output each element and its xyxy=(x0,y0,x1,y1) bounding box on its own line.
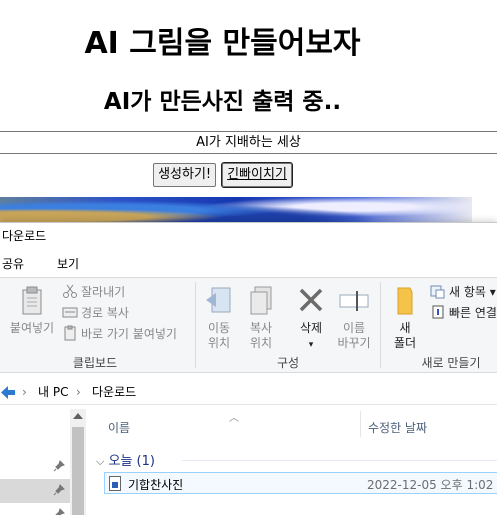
delete-dropdown-icon[interactable]: ▾ xyxy=(309,340,314,350)
copy-to-icon xyxy=(250,286,272,315)
web-page: AI 그림을 만들어보자 AI가 만든사진 출력 중.. AI가 지배하는 세상… xyxy=(0,0,497,230)
new-item-icon xyxy=(430,285,445,299)
copy-path-label: 경로 복사 xyxy=(81,306,129,320)
new-group-label: 새로 만들기 xyxy=(421,356,481,370)
paste-button[interactable]: 붙여넣기 xyxy=(6,284,58,336)
navigation-pane xyxy=(0,409,86,515)
group-label: 오늘 (1) xyxy=(108,454,155,469)
nav-scrollbar[interactable] xyxy=(70,409,86,515)
page-banner: AI가 지배하는 세상 xyxy=(0,131,497,154)
column-divider[interactable] xyxy=(360,411,361,437)
nav-item-selected[interactable] xyxy=(0,479,70,503)
cut-button[interactable]: 잘라내기 xyxy=(62,282,125,302)
rename-button[interactable]: 이름 바꾸기 xyxy=(334,284,374,351)
new-item-button[interactable]: 새 항목 ▾ xyxy=(430,282,496,302)
easy-access-button[interactable]: 빠른 연결 xyxy=(430,303,497,323)
delete-label: 삭제 xyxy=(299,321,323,335)
web-button-row: 생성하기! 긴빠이치기 xyxy=(0,162,445,188)
pre-button[interactable]: 긴빠이치기 xyxy=(221,162,293,188)
delete-x-icon xyxy=(299,288,323,312)
ribbon: 붙여넣기 잘라내기 경로 복사 바로 가기 붙여넣기 클립보드 이동 위치 복사… xyxy=(0,277,497,373)
paste-shortcut-icon xyxy=(64,325,76,341)
organize-group-label: 구성 xyxy=(276,356,300,370)
page-subheading: AI가 만든사진 출력 중.. xyxy=(103,89,342,115)
pin-icon xyxy=(53,460,65,472)
paste-label: 붙여넣기 xyxy=(9,321,55,335)
delete-button[interactable]: 삭제 ▾ xyxy=(292,284,330,353)
new-folder-button[interactable]: 새 폴더 xyxy=(386,284,424,351)
file-explorer-window: 다운로드 공유 보기 붙여넣기 잘라내기 경로 복사 바로 가기 붙여넣기 클립… xyxy=(0,222,497,515)
clipboard-icon xyxy=(22,286,42,315)
nav-item[interactable] xyxy=(0,503,70,515)
copy-to-label-1: 복사 xyxy=(249,321,273,335)
arrow-icon xyxy=(1,386,15,399)
copy-to-button[interactable]: 복사 위치 xyxy=(242,284,280,351)
new-folder-label-2: 폴더 xyxy=(393,336,417,350)
new-folder-label-1: 새 xyxy=(399,321,411,335)
copy-path-button[interactable]: 경로 복사 xyxy=(62,303,129,323)
group-header-today[interactable]: ⌵ 오늘 (1) xyxy=(96,450,155,469)
column-header-name[interactable]: 이름 xyxy=(108,419,130,436)
tab-view[interactable]: 보기 xyxy=(57,255,79,272)
generate-button[interactable]: 생성하기! xyxy=(153,163,217,187)
move-to-label-1: 이동 xyxy=(207,321,231,335)
breadcrumb-downloads[interactable]: 다운로드 xyxy=(92,379,136,405)
move-to-icon xyxy=(206,287,231,313)
rename-label-1: 이름 xyxy=(342,321,366,335)
page-heading: AI 그림을 만들어보자 xyxy=(84,26,361,61)
file-list: ︿ 이름 수정한 날짜 ⌵ 오늘 (1) 기합찬사진 2022-12-05 오후… xyxy=(86,409,497,515)
chevron-down-icon: ⌵ xyxy=(96,455,105,468)
column-header-date[interactable]: 수정한 날짜 xyxy=(368,419,427,436)
copy-path-icon xyxy=(62,307,78,318)
new-folder-icon xyxy=(397,287,413,315)
nav-item[interactable] xyxy=(0,455,70,479)
scroll-up-icon[interactable] xyxy=(73,413,83,419)
scroll-thumb[interactable] xyxy=(72,427,84,515)
file-row[interactable]: 기합찬사진 2022-12-05 오후 1:02 xyxy=(104,472,497,494)
clipboard-group-label: 클립보드 xyxy=(72,356,118,370)
paste-shortcut-label: 바로 가기 붙여넣기 xyxy=(81,327,177,341)
breadcrumb-chevron-icon[interactable]: › xyxy=(22,379,27,405)
file-date-modified: 2022-12-05 오후 1:02 xyxy=(367,478,494,492)
move-to-label-2: 위치 xyxy=(207,336,231,350)
easy-access-icon xyxy=(432,305,444,319)
breadcrumb-chevron-icon[interactable]: › xyxy=(76,379,81,405)
easy-access-label: 빠른 연결 xyxy=(449,306,497,320)
sort-ascending-icon: ︿ xyxy=(229,413,239,424)
group-divider xyxy=(182,460,497,461)
address-bar[interactable]: › 내 PC › 다운로드 xyxy=(0,379,497,405)
scissors-icon xyxy=(63,284,77,298)
file-name: 기합찬사진 xyxy=(128,478,184,492)
copy-to-label-2: 위치 xyxy=(249,336,273,350)
move-to-button[interactable]: 이동 위치 xyxy=(200,284,238,351)
pin-icon xyxy=(53,484,65,496)
rename-label-2: 바꾸기 xyxy=(337,336,371,350)
image-file-icon xyxy=(109,476,121,491)
paste-shortcut-button[interactable]: 바로 가기 붙여넣기 xyxy=(62,324,177,344)
pin-icon xyxy=(55,508,65,515)
rename-icon xyxy=(339,291,369,311)
breadcrumb-pc[interactable]: 내 PC xyxy=(38,379,68,405)
new-item-label: 새 항목 xyxy=(449,285,486,299)
tab-share[interactable]: 공유 xyxy=(2,255,24,272)
window-title: 다운로드 xyxy=(2,229,47,243)
cut-label: 잘라내기 xyxy=(81,285,126,299)
